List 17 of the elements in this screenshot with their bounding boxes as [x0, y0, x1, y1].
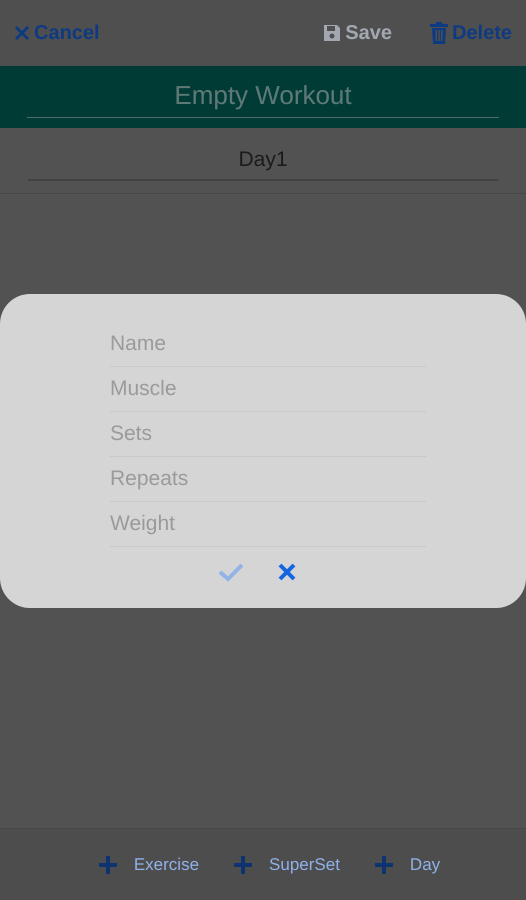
plus-icon	[98, 854, 118, 874]
text-field[interactable]: Sets	[110, 412, 426, 457]
text-field[interactable]: Name	[110, 322, 426, 367]
checkmark-icon	[218, 562, 244, 582]
text-field[interactable]: Repeats	[110, 457, 426, 502]
add-button[interactable]: Day	[374, 852, 440, 878]
workout-title-field[interactable]: Empty Workout	[27, 76, 499, 118]
add-button[interactable]: SuperSet	[233, 852, 340, 878]
day-name-field[interactable]: Day1	[28, 144, 498, 182]
close-icon	[14, 25, 30, 41]
close-icon	[278, 563, 296, 581]
text-field[interactable]: Muscle	[110, 367, 426, 412]
plus-icon	[233, 854, 254, 874]
add-button[interactable]: Exercise	[98, 852, 200, 878]
trash-icon	[430, 22, 448, 44]
text-field[interactable]: Weight	[110, 502, 426, 547]
plus-icon	[374, 854, 394, 874]
